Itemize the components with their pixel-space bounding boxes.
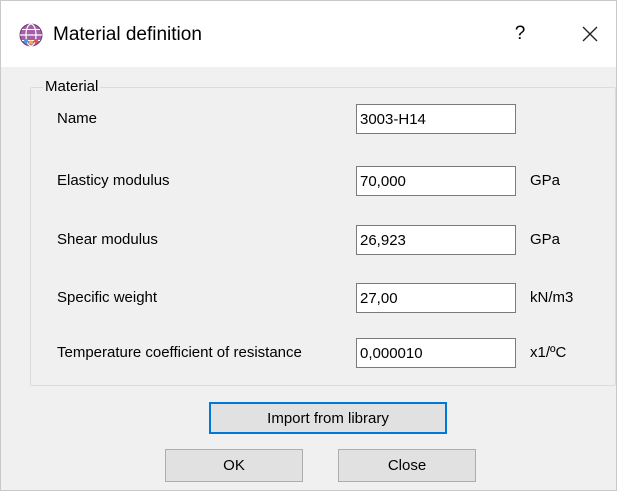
globe-app-icon [19,23,43,47]
material-group-label: Material [43,78,101,96]
elasticity-modulus-label: Elasticy modulus [57,172,170,189]
material-definition-dialog: Material definition ? Material Name Elas… [0,0,617,491]
help-button[interactable]: ? [498,19,542,49]
shear-modulus-unit: GPa [530,231,561,248]
specific-weight-label: Specific weight [57,289,158,306]
close-icon [582,26,598,42]
shear-modulus-field[interactable] [356,225,516,255]
import-from-library-button[interactable]: Import from library [209,402,447,434]
temperature-coefficient-field[interactable] [356,338,516,368]
temperature-coefficient-label: Temperature coefficient of resistance [57,344,302,361]
ok-button[interactable]: OK [165,449,303,482]
shear-modulus-label: Shear modulus [57,231,158,248]
close-window-button[interactable] [567,19,611,49]
elasticity-modulus-field[interactable] [356,166,516,196]
title-bar[interactable]: Material definition ? [1,1,616,67]
window-title: Material definition [53,24,202,45]
temperature-coefficient-unit: x1/ºC [530,344,567,361]
name-label: Name [57,110,98,127]
specific-weight-field[interactable] [356,283,516,313]
name-field[interactable] [356,104,516,134]
elasticity-modulus-unit: GPa [530,172,561,189]
specific-weight-unit: kN/m3 [530,289,574,306]
close-button[interactable]: Close [338,449,476,482]
